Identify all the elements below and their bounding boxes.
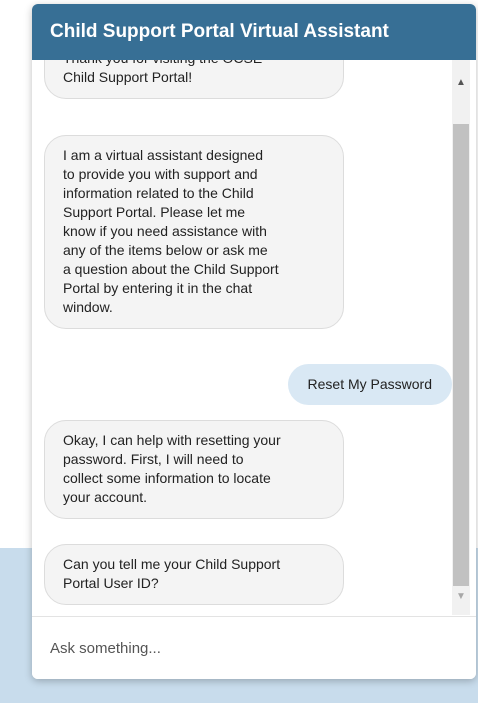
chat-header-title: Child Support Portal Virtual Assistant — [32, 4, 476, 60]
chat-input-area — [32, 616, 476, 679]
scroll-down-arrow-icon[interactable]: ▼ — [452, 588, 470, 606]
scroll-up-arrow-icon[interactable]: ▲ — [452, 74, 470, 92]
bot-message: Thank you for visiting the OCSE Child Su… — [44, 60, 344, 99]
user-message: Reset My Password — [287, 364, 452, 405]
chat-message-input[interactable] — [50, 617, 450, 679]
chat-window: Child Support Portal Virtual Assistant T… — [32, 4, 476, 679]
bot-message: I am a virtual assistant designed to pro… — [44, 135, 344, 329]
scrollbar-thumb[interactable] — [453, 124, 469, 586]
bot-message: Okay, I can help with resetting your pas… — [44, 420, 344, 519]
bot-message: Can you tell me your Child Support Porta… — [44, 544, 344, 605]
chat-transcript[interactable]: Thank you for visiting the OCSE Child Su… — [32, 60, 476, 615]
chat-scrollbar[interactable]: ▲ ▼ — [452, 60, 470, 615]
